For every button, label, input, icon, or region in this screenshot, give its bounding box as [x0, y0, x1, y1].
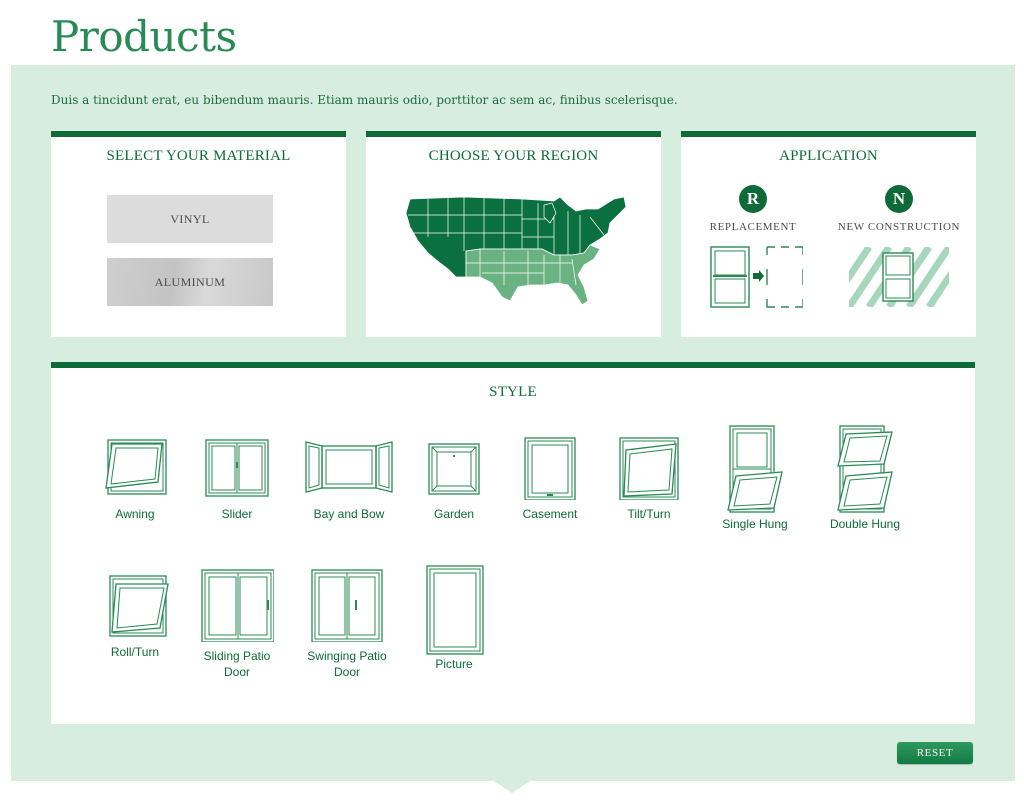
style-label-slider: Slider [221, 507, 253, 521]
style-item-garden[interactable]: Garden [409, 434, 499, 522]
style-card-title: STYLE [489, 384, 537, 400]
style-label-double-hung: Double Hung [829, 517, 901, 531]
vinyl-button[interactable]: VINYL [107, 195, 273, 243]
reset-button[interactable]: RESET [897, 742, 973, 764]
style-label-bay-and-bow: Bay and Bow [313, 507, 385, 521]
replacement-label: REPLACEMENT [709, 221, 797, 233]
style-label-single-hung: Single Hung [722, 517, 788, 531]
style-item-bay-and-bow[interactable]: Bay and Bow [304, 434, 394, 522]
bay-and-bow-window-icon [305, 441, 393, 493]
new-construction-badge: N [885, 185, 913, 213]
page-title: Products [51, 12, 237, 61]
sliding-patio-door-icon [201, 569, 274, 642]
new-construction-option[interactable]: N NEW CONSTRUCTION [829, 185, 969, 309]
panel-pointer [494, 781, 530, 793]
style-item-casement[interactable]: Casement [505, 434, 595, 522]
roll-turn-window-icon [109, 575, 169, 637]
style-item-slider[interactable]: Slider [192, 434, 282, 522]
style-label-tilt-turn: Tilt/Turn [627, 507, 671, 521]
material-card-title: SELECT YOUR MATERIAL [106, 148, 291, 164]
garden-window-icon [428, 443, 480, 495]
swinging-patio-door-icon [311, 569, 383, 642]
replacement-badge: R [739, 185, 767, 213]
style-label-awning: Awning [115, 507, 155, 521]
replacement-option[interactable]: R REPLACEMENT [683, 185, 823, 309]
tilt-turn-window-icon [619, 437, 679, 500]
single-hung-window-icon [727, 425, 783, 513]
aluminum-button[interactable]: ALUMINUM [107, 258, 273, 306]
double-hung-window-icon [837, 425, 893, 513]
style-item-sliding-patio-door[interactable]: Sliding Patio Door [192, 568, 282, 680]
style-label-picture: Picture [435, 657, 473, 671]
application-card: APPLICATION R REPLACEMENT N NEW CONSTRUC… [681, 131, 976, 337]
replacement-window-icon [710, 246, 803, 308]
slider-window-icon [205, 439, 269, 497]
new-construction-window-icon [849, 247, 949, 307]
style-label-sliding-patio-door: Sliding Patio Door [203, 649, 271, 679]
application-card-title: APPLICATION [779, 148, 878, 164]
style-item-swinging-patio-door[interactable]: Swinging Patio Door [302, 568, 392, 680]
style-item-roll-turn[interactable]: Roll/Turn [90, 572, 180, 660]
style-item-awning[interactable]: Awning [90, 434, 180, 522]
style-item-tilt-turn[interactable]: Tilt/Turn [604, 434, 694, 522]
intro-text: Duis a tincidunt erat, eu bibendum mauri… [51, 93, 678, 107]
style-label-casement: Casement [522, 507, 578, 521]
style-item-double-hung[interactable]: Double Hung [820, 424, 910, 532]
style-label-swinging-patio-door: Swinging Patio Door [307, 649, 387, 679]
style-label-roll-turn: Roll/Turn [110, 645, 160, 659]
picture-window-icon [426, 565, 484, 655]
style-item-picture[interactable]: Picture [409, 564, 499, 672]
material-card: SELECT YOUR MATERIAL VINYL ALUMINUM [51, 131, 346, 337]
style-item-single-hung[interactable]: Single Hung [710, 424, 800, 532]
style-label-garden: Garden [433, 507, 475, 521]
casement-window-icon [524, 437, 576, 500]
awning-window-icon [105, 439, 167, 495]
region-card: CHOOSE YOUR REGION [366, 131, 661, 337]
style-card: STYLE Awning Slider Bay and Bow Garden C… [51, 362, 975, 724]
us-map-icon[interactable] [404, 193, 634, 323]
region-card-title: CHOOSE YOUR REGION [428, 148, 599, 164]
new-construction-label: NEW CONSTRUCTION [837, 221, 961, 233]
